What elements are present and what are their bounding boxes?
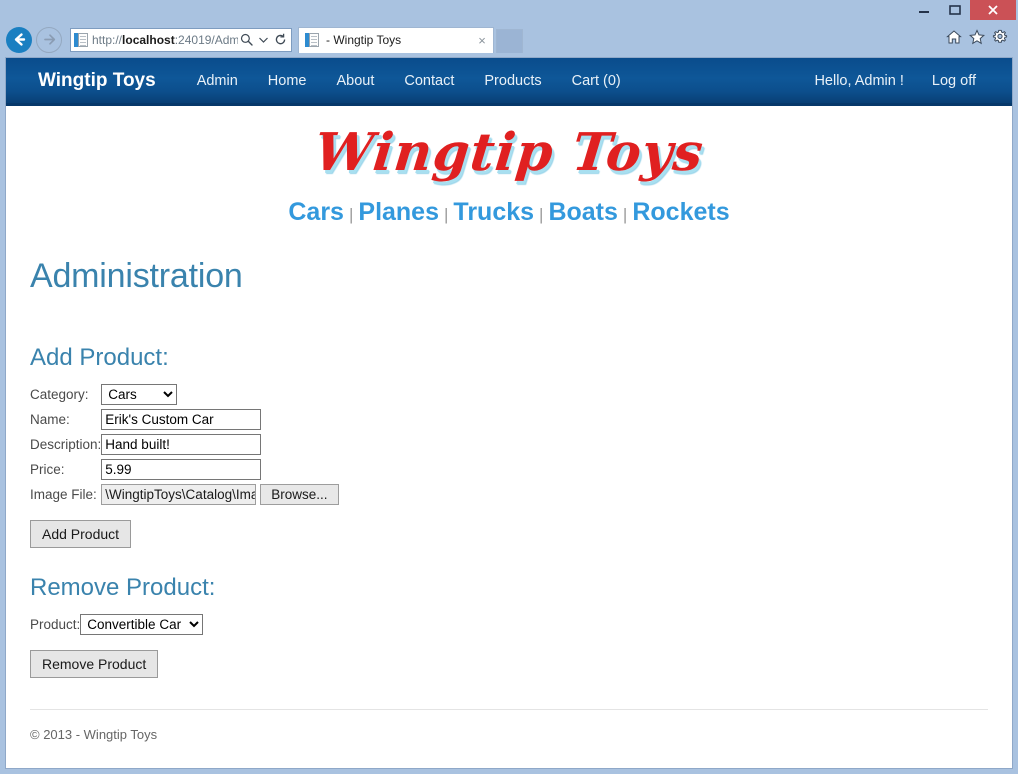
window-titlebar (0, 0, 1018, 22)
file-path-display[interactable]: \WingtipToys\Catalog\Ima (101, 484, 257, 505)
category-select[interactable]: Cars (101, 384, 178, 405)
remove-product-form: Product: Convertible Car (30, 612, 204, 637)
product-select[interactable]: Convertible Car (80, 614, 204, 635)
close-icon (988, 5, 998, 15)
file-input-group: \WingtipToys\Catalog\Ima Browse... (101, 484, 339, 505)
browser-toolbar: http://localhost:24019/Admin/A (0, 22, 1018, 57)
browse-button[interactable]: Browse... (260, 484, 339, 505)
chevron-down-icon[interactable] (255, 37, 272, 43)
form-row-category: Category: Cars (30, 382, 339, 407)
name-label: Name: (30, 412, 70, 427)
add-product-button[interactable]: Add Product (30, 520, 132, 548)
search-icon[interactable] (238, 33, 255, 46)
logoff-link[interactable]: Log off (918, 73, 990, 89)
tab-title: - Wingtip Toys (326, 33, 402, 47)
tab-close-icon[interactable]: × (475, 33, 489, 48)
window-controls (908, 0, 1016, 22)
browser-window: http://localhost:24019/Admin/A (0, 0, 1018, 774)
main-nav: Admin Home About Contact Products Cart (… (182, 73, 636, 89)
minimize-button[interactable] (908, 0, 939, 20)
star-icon[interactable] (969, 29, 985, 50)
refresh-icon[interactable] (272, 33, 289, 46)
nav-item-cart[interactable]: Cart (0) (557, 73, 636, 89)
maximize-icon (948, 5, 961, 15)
page-title: Administration (30, 257, 243, 295)
form-row-name: Name: (30, 407, 339, 432)
category-link-trucks[interactable]: Trucks (453, 198, 534, 226)
form-row-image: Image File: \WingtipToys\Catalog\Ima Bro… (30, 482, 339, 507)
tab-page-icon (305, 32, 320, 48)
chrome-toolbar-icons (946, 29, 1014, 50)
forward-button[interactable] (36, 26, 62, 53)
category-label: Category: (30, 387, 89, 402)
category-link-rockets[interactable]: Rockets (632, 198, 729, 226)
price-label: Price: (30, 462, 65, 477)
site-brand[interactable]: Wingtip Toys (38, 70, 156, 92)
form-row-product: Product: Convertible Car (30, 612, 204, 637)
price-input[interactable] (101, 459, 262, 480)
image-file-label: Image File: (30, 487, 97, 502)
category-separator: | (348, 205, 354, 224)
user-greeting[interactable]: Hello, Admin ! (800, 73, 917, 89)
nav-item-home[interactable]: Home (253, 73, 322, 89)
browser-tab[interactable]: - Wingtip Toys × (298, 26, 494, 53)
category-separator: | (539, 205, 544, 224)
new-tab-button[interactable] (496, 28, 523, 53)
user-nav: Hello, Admin ! Log off (800, 73, 990, 89)
gear-icon[interactable] (992, 29, 1008, 50)
add-product-heading: Add Product: (30, 344, 169, 371)
address-bar-url: http://localhost:24019/Admin/A (92, 32, 238, 47)
remove-product-button[interactable]: Remove Product (30, 650, 159, 678)
nav-item-contact[interactable]: Contact (389, 73, 469, 89)
remove-product-heading: Remove Product: (30, 574, 216, 601)
category-separator: | (622, 205, 628, 224)
description-input[interactable] (101, 434, 262, 455)
tab-strip: - Wingtip Toys × (298, 26, 523, 53)
nav-item-admin[interactable]: Admin (182, 73, 253, 89)
category-link-cars[interactable]: Cars (288, 198, 344, 226)
minimize-icon (918, 11, 929, 13)
back-arrow-icon (14, 33, 25, 46)
category-separator: | (444, 205, 449, 224)
address-bar[interactable]: http://localhost:24019/Admin/A (70, 27, 292, 52)
maximize-button[interactable] (939, 0, 970, 20)
logo-banner: Wingtip Toys (6, 106, 1012, 190)
nav-item-products[interactable]: Products (469, 73, 556, 89)
category-link-planes[interactable]: Planes (358, 198, 439, 226)
page-icon (74, 32, 89, 48)
category-link-boats[interactable]: Boats (548, 198, 617, 226)
forward-arrow-icon (43, 34, 55, 45)
category-links: Cars | Planes | Trucks | Boats | Rockets (6, 190, 1012, 227)
product-label: Product: (30, 617, 81, 632)
nav-item-about[interactable]: About (321, 73, 389, 89)
home-icon[interactable] (946, 29, 962, 50)
form-row-description: Description: (30, 432, 339, 457)
site-logo: Wingtip Toys (311, 122, 707, 183)
page-viewport: Wingtip Toys Admin Home About Contact Pr… (5, 57, 1013, 769)
close-button[interactable] (970, 0, 1016, 20)
description-label: Description: (30, 437, 102, 452)
main-content: Administration Add Product: Category: Ca… (6, 257, 1012, 742)
add-product-form: Category: Cars Name: Description: (30, 382, 339, 507)
site-navbar: Wingtip Toys Admin Home About Contact Pr… (6, 58, 1012, 106)
form-row-price: Price: (30, 457, 339, 482)
back-button[interactable] (6, 26, 32, 53)
footer-copyright: © 2013 - Wingtip Toys (30, 727, 158, 742)
name-input[interactable] (101, 409, 262, 430)
